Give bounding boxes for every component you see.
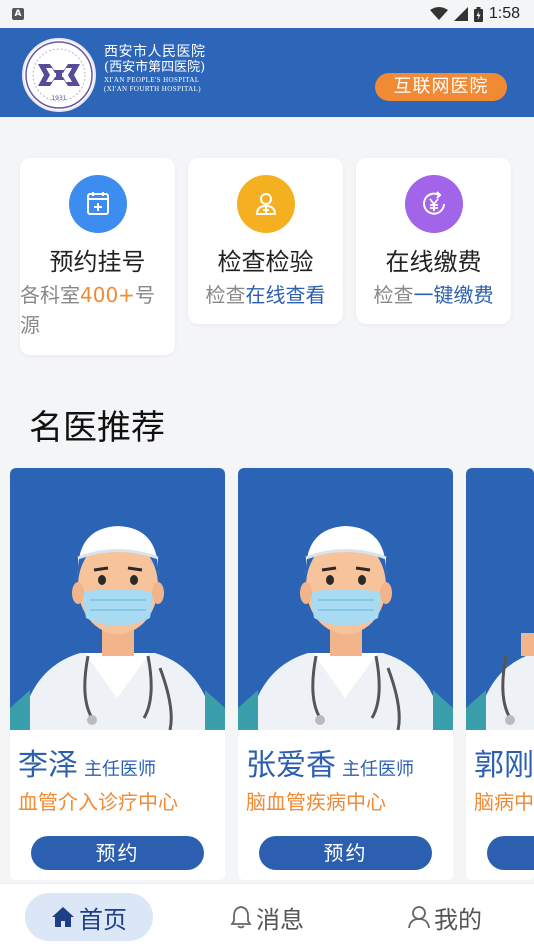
service-title: 检查检验 <box>217 248 314 276</box>
doctor-department: 脑血管疾病中心 <box>246 790 386 814</box>
book-appointment-button[interactable] <box>487 836 534 870</box>
doctor-avatar <box>238 468 453 731</box>
status-indicators: 1:58 <box>429 5 520 23</box>
doctor-avatar <box>466 468 534 730</box>
nav-home-label: 首页 <box>79 905 127 934</box>
nav-profile[interactable]: 我的 <box>381 893 509 941</box>
calendar-plus-icon <box>68 175 127 233</box>
bottom-navigation: 首页 消息 我的 <box>0 883 534 950</box>
app-header: 1931 西安市人民医院 (西安市第四医院) XI'AN PEOPLE'S HO… <box>0 28 534 117</box>
user-icon <box>408 906 430 929</box>
nav-profile-label: 我的 <box>434 905 482 934</box>
nav-home[interactable]: 首页 <box>25 893 153 941</box>
hospital-name-cn: 西安市人民医院 <box>104 44 206 60</box>
doctor-name: 张爱香 主任医师 <box>246 748 414 783</box>
doctor-title: 主任医师 <box>342 759 414 780</box>
hospital-name-cn-sub: (西安市第四医院) <box>104 60 206 75</box>
service-title: 预约挂号 <box>49 248 146 276</box>
internet-hospital-badge[interactable]: 互联网医院 <box>375 73 507 101</box>
doctor-avatar <box>10 468 225 731</box>
status-bar: A 1:58 <box>0 0 534 28</box>
doctor-department: 血管介入诊疗中心 <box>18 790 178 814</box>
service-card-payment[interactable]: 在线缴费 检查一键缴费 <box>356 158 511 324</box>
clock: 1:58 <box>488 5 520 22</box>
doctor-title: 主任医师 <box>84 759 156 780</box>
doctor-card[interactable]: 郭刚 脑病中 <box>466 468 534 880</box>
notification-icon: A <box>12 8 24 20</box>
book-appointment-button[interactable]: 预约 <box>31 836 204 870</box>
hospital-name-en: XI'AN PEOPLE'S HOSPITAL <box>104 76 200 84</box>
hospital-name-en-sub: (XI'AN FOURTH HOSPITAL) <box>104 85 201 93</box>
doctor-card[interactable]: 李泽 主任医师 血管介入诊疗中心 预约 <box>10 468 225 880</box>
bell-icon <box>230 906 252 929</box>
service-subtitle: 检查在线查看 <box>205 283 326 307</box>
service-card-lab-results[interactable]: 检查检验 检查在线查看 <box>188 158 343 324</box>
doctor-department: 脑病中 <box>474 790 534 814</box>
battery-icon <box>473 6 483 22</box>
nav-messages[interactable]: 消息 <box>203 893 331 941</box>
hospital-logo: 1931 <box>22 38 96 112</box>
book-appointment-button[interactable]: 预约 <box>259 836 432 870</box>
service-subtitle: 各科室400+号源 <box>20 283 155 337</box>
hospital-name-block: 西安市人民医院 (西安市第四医院) XI'AN PEOPLE'S HOSPITA… <box>104 44 206 94</box>
home-icon <box>52 907 74 927</box>
signal-icon <box>453 7 468 21</box>
yuan-payment-icon <box>404 175 463 233</box>
nav-messages-label: 消息 <box>256 905 304 934</box>
logo-year: 1931 <box>51 95 66 102</box>
service-subtitle: 检查一键缴费 <box>373 283 494 307</box>
wifi-icon <box>429 7 448 20</box>
doctor-name: 郭刚 <box>474 748 534 783</box>
test-report-icon <box>236 175 295 233</box>
service-card-registration[interactable]: 预约挂号 各科室400+号源 <box>20 158 175 355</box>
doctor-card[interactable]: 张爱香 主任医师 脑血管疾病中心 预约 <box>238 468 453 880</box>
service-title: 在线缴费 <box>385 248 482 276</box>
doctor-name: 李泽 主任医师 <box>18 748 156 783</box>
hospital-emblem-icon: 1931 <box>25 41 93 109</box>
section-title-top-doctors: 名医推荐 <box>29 408 165 448</box>
